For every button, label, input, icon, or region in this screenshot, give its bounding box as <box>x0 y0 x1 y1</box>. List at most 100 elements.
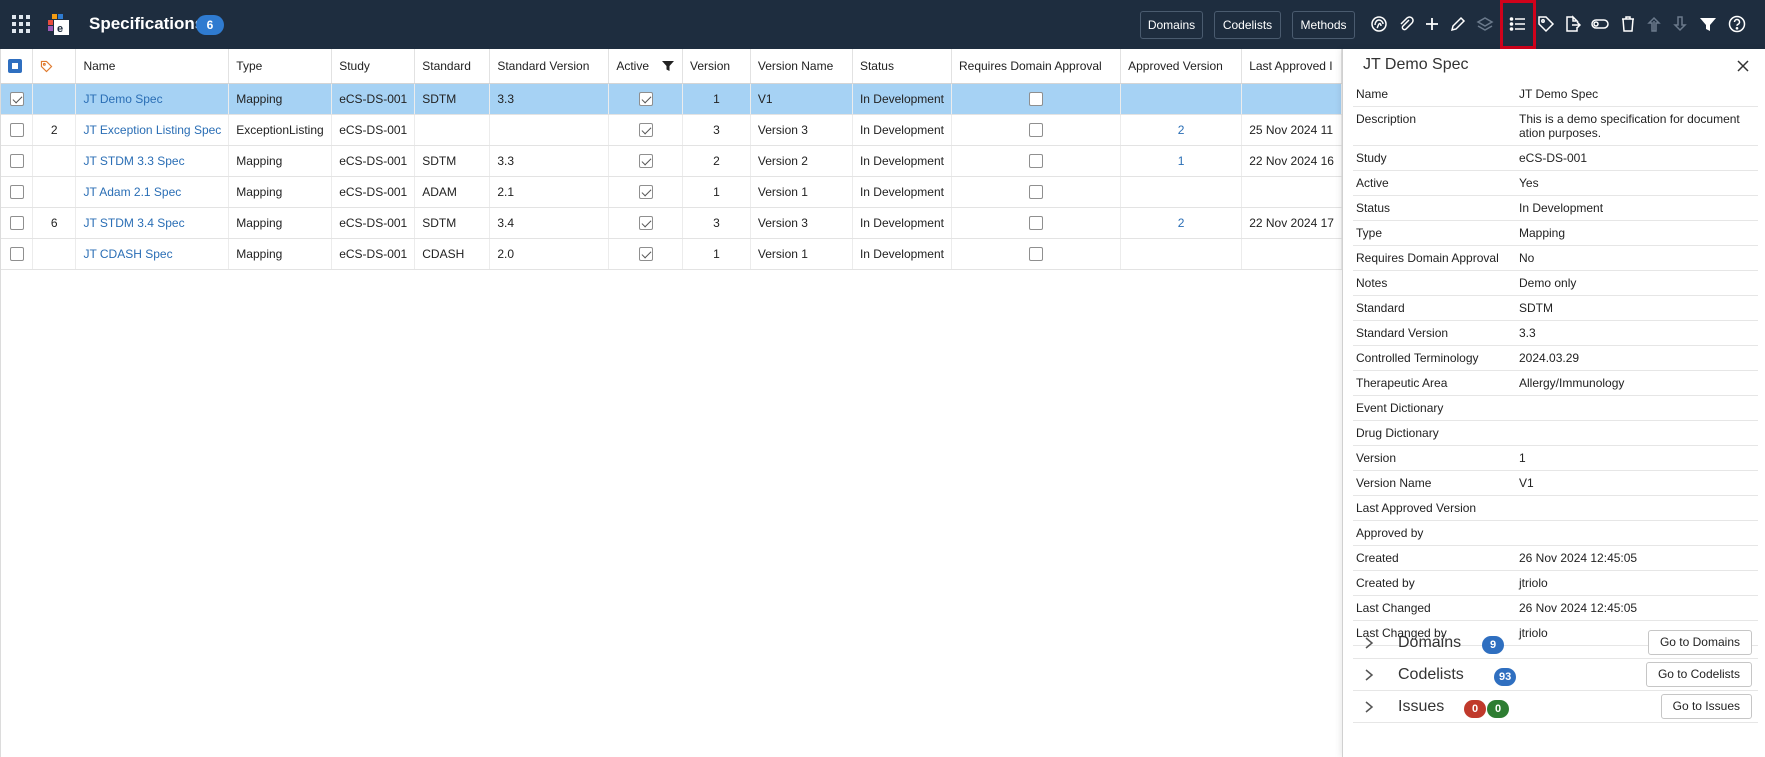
property-row: Type Mapping <box>1353 221 1758 246</box>
table-row[interactable]: JT Demo Spec Mapping eCS-DS-001 SDTM 3.3 1 V1 I… <box>1 83 1342 115</box>
row-standard-version: 3.4 <box>489 207 610 239</box>
plus-icon[interactable] <box>1421 13 1443 35</box>
column-header-type[interactable]: Type <box>228 49 333 84</box>
spec-name-link[interactable]: JT Exception Listing Spec <box>83 123 221 137</box>
spec-name-link[interactable]: JT Demo Spec <box>83 92 162 106</box>
help-icon[interactable] <box>1726 13 1748 35</box>
row-select-checkbox-cell[interactable] <box>1 176 33 208</box>
section-issues[interactable]: Issues 0 0 Go to Issues <box>1353 691 1758 723</box>
paperclip-icon[interactable] <box>1395 13 1417 35</box>
tag-column-header[interactable] <box>32 49 77 84</box>
spec-name-link[interactable]: JT Adam 2.1 Spec <box>83 185 181 199</box>
page-title: Specifications <box>89 14 205 33</box>
column-header-study[interactable]: Study <box>331 49 416 84</box>
arrow-up-icon[interactable] <box>1643 13 1665 35</box>
column-header-approved-version[interactable]: Approved Version <box>1120 49 1243 84</box>
close-icon[interactable] <box>1735 58 1751 74</box>
column-header-active[interactable]: Active <box>608 49 684 84</box>
column-header-standard-version[interactable]: Standard Version <box>489 49 610 84</box>
svg-text:e: e <box>57 23 63 35</box>
layers-icon[interactable] <box>1474 13 1496 35</box>
property-value: 26 Nov 2024 12:45:05 <box>1519 601 1638 615</box>
codelists-nav-button[interactable]: Codelists <box>1214 11 1281 39</box>
spec-name-link[interactable]: JT STDM 3.4 Spec <box>83 216 184 230</box>
property-row: Requires Domain Approval No <box>1353 246 1758 271</box>
row-select-checkbox[interactable] <box>9 246 24 261</box>
export-icon[interactable] <box>1561 13 1583 35</box>
toggle-icon[interactable] <box>1589 13 1611 35</box>
spec-name-link[interactable]: JT STDM 3.3 Spec <box>83 154 184 168</box>
arrow-down-icon[interactable] <box>1669 13 1691 35</box>
column-header-name[interactable]: Name <box>75 49 230 84</box>
column-header-status[interactable]: Status <box>852 49 952 84</box>
row-standard: SDTM <box>414 207 491 239</box>
row-select-checkbox[interactable] <box>9 91 24 106</box>
property-value: SDTM <box>1519 301 1553 315</box>
select-all-checkbox[interactable] <box>8 59 22 74</box>
row-last-approved <box>1241 238 1342 270</box>
column-header-standard[interactable]: Standard <box>414 49 491 84</box>
details-panel: JT Demo Spec Name JT Demo Spec Description… <box>1342 49 1765 757</box>
row-standard-version: 3.3 <box>489 145 610 177</box>
approved-version-link[interactable]: 1 <box>1178 154 1185 168</box>
methods-nav-button[interactable]: Methods <box>1292 11 1355 39</box>
row-select-checkbox-cell[interactable] <box>1 238 33 270</box>
row-version: 3 <box>682 207 751 239</box>
property-key: Name <box>1356 87 1389 101</box>
table-row[interactable]: 2 JT Exception Listing Spec ExceptionListi… <box>1 114 1342 146</box>
property-value: Demo only <box>1519 276 1577 290</box>
row-select-checkbox[interactable] <box>9 184 24 199</box>
section-domains[interactable]: Domains 9 Go to Domains <box>1353 627 1758 659</box>
go-to-issues-button[interactable]: Go to Issues <box>1660 694 1752 719</box>
domains-nav-button[interactable]: Domains <box>1140 11 1203 39</box>
requires-approval-checkbox <box>1029 184 1044 199</box>
table-row[interactable]: JT CDASH Spec Mapping eCS-DS-001 CDASH 2.0 1 V… <box>1 238 1342 270</box>
chevron-right-icon[interactable] <box>1363 668 1375 682</box>
go-to-codelists-button[interactable]: Go to Codelists <box>1645 662 1752 687</box>
property-key: Drug Dictionary <box>1356 426 1439 440</box>
section-codelists[interactable]: Codelists 93 Go to Codelists <box>1353 659 1758 691</box>
trash-icon[interactable] <box>1617 13 1639 35</box>
table-row[interactable]: JT Adam 2.1 Spec Mapping eCS-DS-001 ADAM 2.1… <box>1 176 1342 208</box>
pencil-icon[interactable] <box>1447 13 1469 35</box>
spec-name-link[interactable]: JT CDASH Spec <box>83 247 172 261</box>
row-version-name: Version 3 <box>750 114 853 146</box>
row-select-checkbox-cell[interactable] <box>1 207 33 239</box>
column-header-version-name[interactable]: Version Name <box>750 49 853 84</box>
row-study: eCS-DS-001 <box>331 207 416 239</box>
column-header-version[interactable]: Version <box>682 49 751 84</box>
chevron-right-icon[interactable] <box>1363 636 1375 650</box>
row-type: Mapping <box>228 238 333 270</box>
property-value: Mapping <box>1519 226 1566 240</box>
approved-version-link[interactable]: 2 <box>1178 216 1185 230</box>
row-type: ExceptionListing <box>228 114 333 146</box>
filter-icon[interactable] <box>662 60 675 72</box>
row-name-cell: JT Demo Spec <box>75 83 230 115</box>
property-value: This is a demo specification for documen… <box>1519 112 1740 140</box>
column-header-requires-domain-approval[interactable]: Requires Domain Approval <box>951 49 1122 84</box>
property-value <box>1519 396 1758 420</box>
fingerprint-icon[interactable] <box>1368 13 1390 35</box>
row-select-checkbox[interactable] <box>9 153 24 168</box>
chevron-right-icon[interactable] <box>1363 700 1375 714</box>
column-header-last-approved[interactable]: Last Approved I <box>1241 49 1342 84</box>
row-study: eCS-DS-001 <box>331 83 416 115</box>
requires-approval-checkbox <box>1029 122 1044 137</box>
tag-icon[interactable] <box>1535 13 1557 35</box>
row-select-checkbox-cell[interactable] <box>1 145 33 177</box>
filter-clear-icon[interactable] <box>1697 13 1719 35</box>
table-row[interactable]: 6 JT STDM 3.4 Spec Mapping eCS-DS-001 SDTM 3.… <box>1 207 1342 239</box>
app-launcher-icon[interactable] <box>12 15 30 33</box>
select-all-checkbox-header[interactable] <box>1 49 33 84</box>
property-value <box>1519 496 1758 520</box>
go-to-domains-button[interactable]: Go to Domains <box>1647 630 1752 655</box>
approved-version-link[interactable]: 2 <box>1178 123 1185 137</box>
row-approved-version-cell <box>1120 83 1243 115</box>
row-select-checkbox[interactable] <box>9 215 24 230</box>
row-select-checkbox[interactable] <box>9 122 24 137</box>
row-standard-version: 2.0 <box>489 238 610 270</box>
table-row[interactable]: JT STDM 3.3 Spec Mapping eCS-DS-001 SDTM 3.3… <box>1 145 1342 177</box>
property-value: V1 <box>1519 476 1534 490</box>
row-select-checkbox-cell[interactable] <box>1 114 33 146</box>
row-select-checkbox-cell[interactable] <box>1 83 33 115</box>
